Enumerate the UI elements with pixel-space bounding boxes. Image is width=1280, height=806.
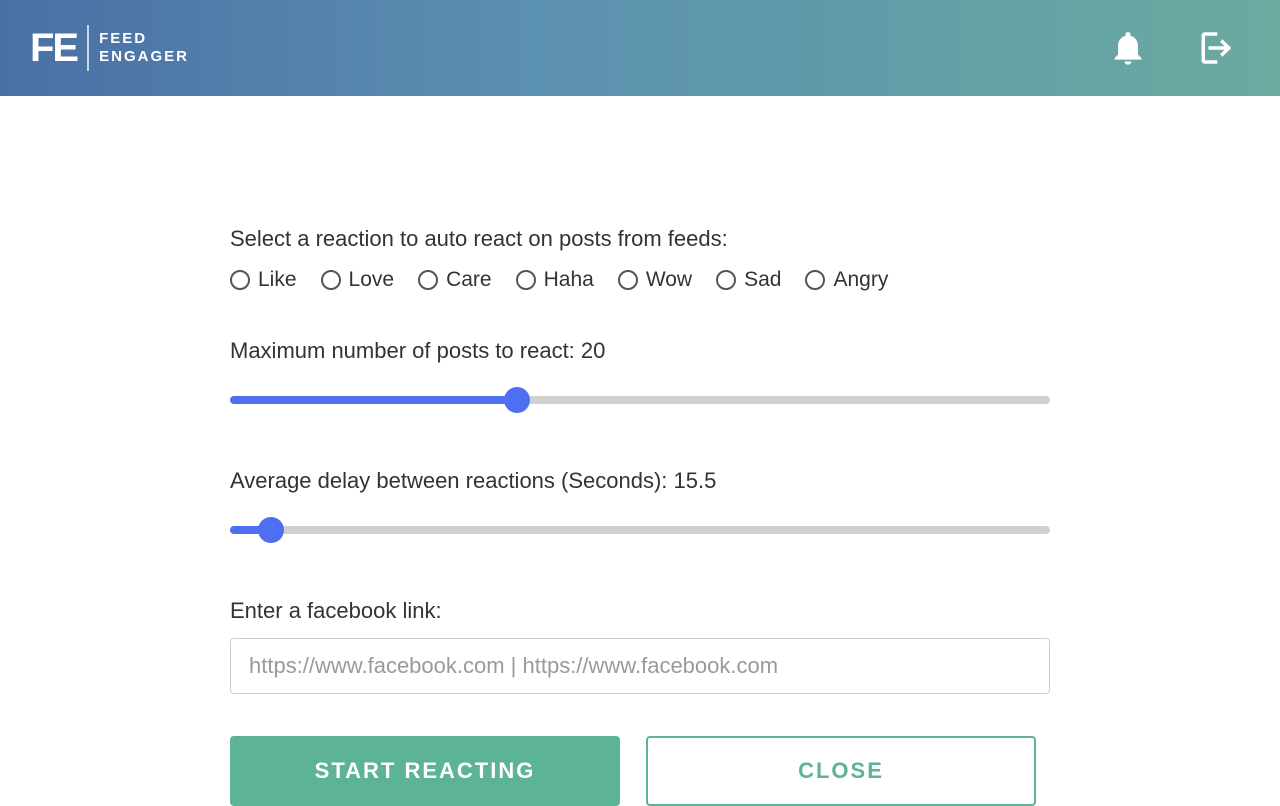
logo-line1: FEED <box>99 30 189 48</box>
radio-like[interactable]: Like <box>230 268 297 292</box>
delay-label: Average delay between reactions (Seconds… <box>230 468 1050 494</box>
logo-line2: ENGAGER <box>99 48 189 66</box>
action-buttons: START REACTING CLOSE <box>230 736 1050 806</box>
radio-circle-icon <box>230 270 250 290</box>
radio-circle-icon <box>516 270 536 290</box>
max-posts-label-text: Maximum number of posts to react: <box>230 338 581 363</box>
max-posts-label: Maximum number of posts to react: 20 <box>230 338 1050 364</box>
link-label: Enter a facebook link: <box>230 598 1050 624</box>
radio-label: Love <box>349 268 395 292</box>
app-logo: FE FEED ENGAGER <box>30 25 189 71</box>
radio-sad[interactable]: Sad <box>716 268 781 292</box>
radio-wow[interactable]: Wow <box>618 268 692 292</box>
max-posts-value: 20 <box>581 338 605 363</box>
radio-label: Like <box>258 268 297 292</box>
main-content: Select a reaction to auto react on posts… <box>0 96 1280 806</box>
logo-divider <box>87 25 89 71</box>
slider-thumb[interactable] <box>258 517 284 543</box>
app-header: FE FEED ENGAGER <box>0 0 1280 96</box>
radio-label: Care <box>446 268 492 292</box>
header-actions <box>1108 27 1240 69</box>
close-button[interactable]: CLOSE <box>646 736 1036 806</box>
radio-label: Sad <box>744 268 781 292</box>
link-section: Enter a facebook link: <box>230 598 1050 694</box>
radio-label: Angry <box>833 268 888 292</box>
radio-love[interactable]: Love <box>321 268 395 292</box>
slider-fill <box>230 396 517 404</box>
reaction-select-label: Select a reaction to auto react on posts… <box>230 226 1050 252</box>
facebook-link-input[interactable] <box>230 638 1050 694</box>
delay-value: 15.5 <box>674 468 717 493</box>
radio-haha[interactable]: Haha <box>516 268 594 292</box>
radio-circle-icon <box>805 270 825 290</box>
radio-care[interactable]: Care <box>418 268 492 292</box>
reaction-options: Like Love Care Haha Wow Sad Angry <box>230 268 1050 292</box>
radio-circle-icon <box>321 270 341 290</box>
delay-slider[interactable] <box>230 518 1050 542</box>
notifications-icon[interactable] <box>1108 28 1148 68</box>
logout-icon[interactable] <box>1198 27 1240 69</box>
logo-abbrev: FE <box>30 26 87 71</box>
max-posts-section: Maximum number of posts to react: 20 <box>230 338 1050 412</box>
delay-section: Average delay between reactions (Seconds… <box>230 468 1050 542</box>
slider-track <box>230 526 1050 534</box>
max-posts-slider[interactable] <box>230 388 1050 412</box>
logo-text: FEED ENGAGER <box>99 30 189 66</box>
radio-circle-icon <box>618 270 638 290</box>
radio-circle-icon <box>418 270 438 290</box>
radio-label: Wow <box>646 268 692 292</box>
slider-thumb[interactable] <box>504 387 530 413</box>
radio-circle-icon <box>716 270 736 290</box>
radio-label: Haha <box>544 268 594 292</box>
radio-angry[interactable]: Angry <box>805 268 888 292</box>
delay-label-text: Average delay between reactions (Seconds… <box>230 468 674 493</box>
start-reacting-button[interactable]: START REACTING <box>230 736 620 806</box>
